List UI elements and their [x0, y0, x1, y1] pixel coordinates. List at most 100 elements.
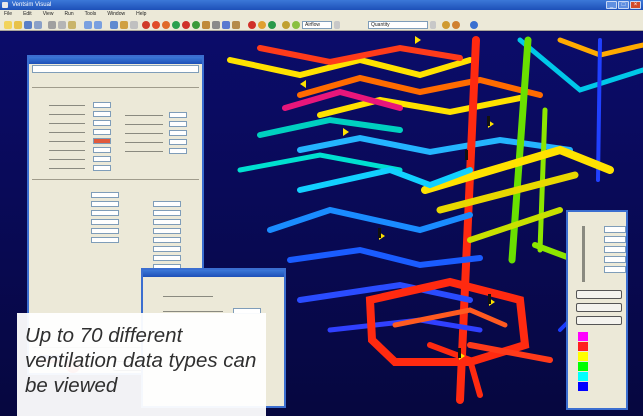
scale-value-field[interactable]	[604, 226, 626, 233]
info-icon[interactable]	[222, 21, 230, 29]
tools-icon[interactable]	[232, 21, 240, 29]
simulate-contaminant-icon[interactable]	[268, 21, 276, 29]
scale-value-field[interactable]	[604, 236, 626, 243]
calculated-value	[153, 255, 181, 261]
display-legend-panel	[566, 210, 628, 410]
reverse-spectrum-button[interactable]	[576, 290, 622, 299]
pan-icon[interactable]	[120, 21, 128, 29]
window-title: Ventsim Visual	[12, 2, 52, 8]
fan-icon[interactable]	[172, 21, 180, 29]
paste-icon[interactable]	[68, 21, 76, 29]
field-label	[125, 151, 163, 152]
simulate-airflow-icon[interactable]	[248, 21, 256, 29]
menu-view[interactable]: View	[43, 10, 54, 19]
menu-tools[interactable]: Tools	[85, 10, 97, 19]
menu-file[interactable]: File	[4, 10, 12, 19]
menu-help[interactable]: Help	[136, 10, 146, 19]
menu-bar: File Edit View Run Tools Window Help	[0, 10, 643, 19]
input-field[interactable]	[169, 121, 187, 127]
fix-icon[interactable]	[192, 21, 200, 29]
input-field[interactable]	[93, 165, 111, 171]
input-field[interactable]	[93, 156, 111, 162]
redo-icon[interactable]	[94, 21, 102, 29]
field-label	[163, 296, 213, 297]
scale-value-field[interactable]	[604, 266, 626, 273]
divider	[32, 87, 199, 88]
input-field[interactable]	[169, 130, 187, 136]
calculated-value	[153, 237, 181, 243]
color-scale-icon[interactable]	[282, 21, 290, 29]
menu-window[interactable]: Window	[107, 10, 125, 19]
calculated-value	[153, 201, 181, 207]
caption-line-1: Up to 70 different	[25, 324, 183, 347]
menu-edit[interactable]: Edit	[23, 10, 32, 19]
menu-run[interactable]: Run	[64, 10, 73, 19]
help-icon[interactable]	[470, 21, 478, 29]
auto-range-button[interactable]	[576, 316, 622, 325]
block-icon[interactable]	[182, 21, 190, 29]
data-subtype-select[interactable]: Quantity	[368, 21, 428, 29]
minimize-button[interactable]: _	[606, 1, 617, 9]
add-airway-icon[interactable]	[142, 21, 150, 29]
calculated-value	[91, 228, 119, 234]
field-label	[49, 123, 85, 124]
new-file-icon[interactable]	[4, 21, 12, 29]
input-field[interactable]	[93, 102, 111, 108]
view-icon[interactable]	[452, 21, 460, 29]
field-label	[163, 311, 223, 312]
field-label	[125, 133, 163, 134]
calculated-value	[91, 201, 119, 207]
input-field[interactable]	[93, 129, 111, 135]
move-icon[interactable]	[202, 21, 210, 29]
scale-value-field[interactable]	[604, 246, 626, 253]
legend-swatch	[578, 372, 588, 381]
input-field[interactable]	[169, 148, 187, 154]
layers-icon[interactable]	[442, 21, 450, 29]
restore-colours-button[interactable]	[576, 303, 622, 312]
input-field[interactable]	[93, 120, 111, 126]
field-label	[49, 150, 85, 151]
divider	[32, 179, 199, 180]
calculated-value	[153, 246, 181, 252]
copy-icon[interactable]	[58, 21, 66, 29]
field-label	[49, 132, 85, 133]
copy-airway-icon[interactable]	[212, 21, 220, 29]
zoom-icon[interactable]	[110, 21, 118, 29]
scale-slider[interactable]	[582, 226, 585, 282]
input-field[interactable]	[169, 112, 187, 118]
field-label	[125, 124, 163, 125]
legend-swatch	[578, 342, 588, 351]
caption-box: Up to 70 different ventilation data type…	[17, 313, 266, 416]
legend-swatch	[578, 332, 588, 341]
simulate-heat-icon[interactable]	[258, 21, 266, 29]
open-folder-icon[interactable]	[14, 21, 22, 29]
app-icon	[2, 2, 8, 8]
legend-swatch	[578, 382, 588, 391]
highlighted-field[interactable]	[93, 138, 111, 144]
chevron-down-icon[interactable]	[334, 21, 340, 29]
input-field[interactable]	[93, 111, 111, 117]
caption-line-3: be viewed	[25, 374, 118, 397]
airway-name-field[interactable]	[32, 65, 199, 73]
panel-title-bar	[29, 57, 202, 64]
input-field[interactable]	[169, 139, 187, 145]
caption-line-2: ventilation data types can	[25, 349, 257, 372]
field-label	[125, 115, 163, 116]
display-icon[interactable]	[292, 21, 300, 29]
delete-airway-icon[interactable]	[152, 21, 160, 29]
print-icon[interactable]	[34, 21, 42, 29]
field-label	[49, 105, 85, 106]
select-icon[interactable]	[130, 21, 138, 29]
scale-value-field[interactable]	[604, 256, 626, 263]
data-type-select[interactable]: Airflow	[302, 21, 332, 29]
undo-icon[interactable]	[84, 21, 92, 29]
calculated-value	[91, 192, 119, 198]
edit-airway-icon[interactable]	[162, 21, 170, 29]
close-button[interactable]: ×	[630, 1, 641, 9]
save-icon[interactable]	[24, 21, 32, 29]
chevron-down-icon[interactable]	[430, 21, 436, 29]
cut-icon[interactable]	[48, 21, 56, 29]
input-field[interactable]	[93, 147, 111, 153]
calculated-value	[153, 210, 181, 216]
maximize-button[interactable]: □	[618, 1, 629, 9]
